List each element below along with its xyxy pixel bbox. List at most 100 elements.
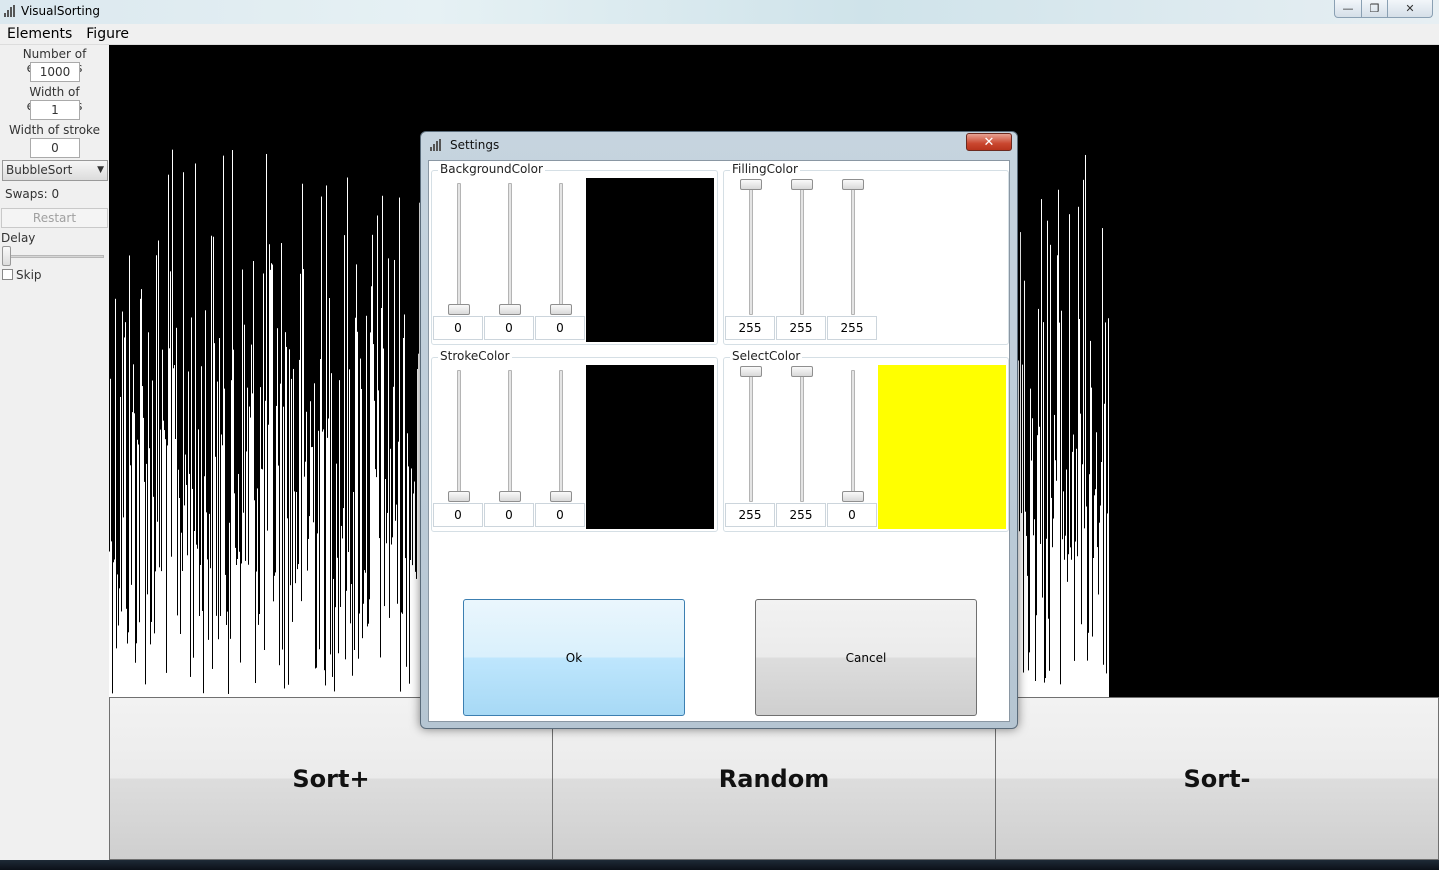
bar-gap <box>403 45 404 338</box>
select-green-slider[interactable] <box>800 370 804 502</box>
select-red-slider[interactable] <box>749 370 753 502</box>
bar-gap <box>1028 45 1029 671</box>
bar-gap <box>284 45 285 689</box>
stroke-color-group: StrokeColor 0 0 0 <box>431 349 718 532</box>
delay-slider-track[interactable] <box>4 255 104 258</box>
restart-button[interactable]: Restart <box>1 208 108 228</box>
select-blue-value[interactable]: 0 <box>827 503 877 527</box>
settings-dialog: Settings ✕ BackgroundColor 0 0 0 Filling… <box>420 131 1018 729</box>
dialog-close-button[interactable]: ✕ <box>966 133 1012 151</box>
bar-gap <box>197 45 198 549</box>
bar-gap <box>120 45 121 397</box>
bar-gap <box>109 45 110 552</box>
menu-figure[interactable]: Figure <box>79 26 136 42</box>
bar-gap <box>170 45 171 272</box>
bar-gap <box>152 45 153 381</box>
bar-gap <box>159 45 160 568</box>
stroke-blue-thumb[interactable] <box>550 491 572 502</box>
width-elements-input[interactable]: 1 <box>30 100 80 120</box>
bar-gap <box>348 45 349 552</box>
bar-gap <box>345 45 346 660</box>
fill-red-value[interactable]: 255 <box>725 316 775 340</box>
bar-gap <box>323 45 324 430</box>
menu-elements[interactable]: Elements <box>0 26 79 42</box>
bg-red-thumb[interactable] <box>448 304 470 315</box>
bar-gap <box>245 45 246 561</box>
bar-gap <box>217 45 218 382</box>
bar-gap <box>285 45 286 333</box>
bar-gap <box>200 45 201 565</box>
bar-gap <box>386 45 387 544</box>
bg-blue-thumb[interactable] <box>550 304 572 315</box>
stroke-blue-slider[interactable] <box>559 370 563 502</box>
bg-green-thumb[interactable] <box>499 304 521 315</box>
fill-red-slider[interactable] <box>749 183 753 315</box>
select-blue-slider[interactable] <box>851 370 855 502</box>
sort-descending-button[interactable]: Sort- <box>995 697 1439 860</box>
cancel-button[interactable]: Cancel <box>755 599 977 716</box>
bar-gap <box>415 45 416 572</box>
bar-gap <box>370 45 371 333</box>
num-elements-input[interactable]: 1000 <box>30 62 80 82</box>
stroke-red-slider[interactable] <box>457 370 461 502</box>
stroke-red-value[interactable]: 0 <box>433 503 483 527</box>
bar-gap <box>1034 45 1035 520</box>
fill-green-value[interactable]: 255 <box>776 316 826 340</box>
close-button[interactable]: ✕ <box>1387 0 1433 18</box>
bar-gap <box>344 45 345 236</box>
bar-gap <box>257 45 258 489</box>
bar-gap <box>1020 45 1021 233</box>
minimize-button[interactable]: — <box>1334 0 1362 18</box>
delay-slider-thumb[interactable] <box>2 246 11 266</box>
stroke-green-thumb[interactable] <box>499 491 521 502</box>
bar-gap <box>126 45 127 609</box>
stroke-green-slider[interactable] <box>508 370 512 502</box>
select-red-value[interactable]: 255 <box>725 503 775 527</box>
bar-gap <box>238 45 239 474</box>
bar-gap <box>327 45 328 438</box>
stroke-green-value[interactable]: 0 <box>484 503 534 527</box>
ok-button[interactable]: Ok <box>463 599 685 716</box>
bg-blue-value[interactable]: 0 <box>535 316 585 340</box>
bg-blue-slider[interactable] <box>559 183 563 315</box>
bar-gap <box>249 45 250 407</box>
fill-green-thumb[interactable] <box>791 179 813 190</box>
bg-green-value[interactable]: 0 <box>484 316 534 340</box>
bar-gap <box>241 45 242 564</box>
stroke-blue-value[interactable]: 0 <box>535 503 585 527</box>
stroke-red-thumb[interactable] <box>448 491 470 502</box>
bg-red-value[interactable]: 0 <box>433 316 483 340</box>
bar-gap <box>316 45 317 668</box>
fill-green-slider[interactable] <box>800 183 804 315</box>
bar-gap <box>312 45 313 447</box>
bar-gap <box>401 45 402 613</box>
bar-gap <box>135 45 136 663</box>
bar-gap <box>140 45 141 299</box>
maximize-button[interactable]: ❐ <box>1361 0 1388 18</box>
fill-blue-thumb[interactable] <box>842 179 864 190</box>
fill-blue-value[interactable]: 255 <box>827 316 877 340</box>
fill-red-thumb[interactable] <box>740 179 762 190</box>
bar-gap <box>342 45 343 539</box>
select-red-thumb[interactable] <box>740 366 762 377</box>
select-green-thumb[interactable] <box>791 366 813 377</box>
select-green-value[interactable]: 255 <box>776 503 826 527</box>
bg-red-slider[interactable] <box>457 183 461 315</box>
bar-gap <box>328 45 329 419</box>
bg-green-slider[interactable] <box>508 183 512 315</box>
bar-gap <box>136 45 137 644</box>
filling-color-swatch <box>878 178 1006 342</box>
bar-gap <box>286 45 287 347</box>
select-blue-thumb[interactable] <box>842 491 864 502</box>
fill-blue-slider[interactable] <box>851 183 855 315</box>
skip-checkbox[interactable] <box>2 269 13 280</box>
bar-gap <box>1081 45 1082 625</box>
bar-gap <box>1040 45 1041 544</box>
bar-gap <box>1108 45 1109 319</box>
algorithm-select[interactable]: BubbleSort ▼ <box>2 160 108 181</box>
width-stroke-input[interactable]: 0 <box>30 138 80 158</box>
bar-gap <box>332 45 333 677</box>
bar-gap <box>322 45 323 432</box>
bar-gap <box>232 45 233 151</box>
bar-gap <box>1022 45 1023 365</box>
